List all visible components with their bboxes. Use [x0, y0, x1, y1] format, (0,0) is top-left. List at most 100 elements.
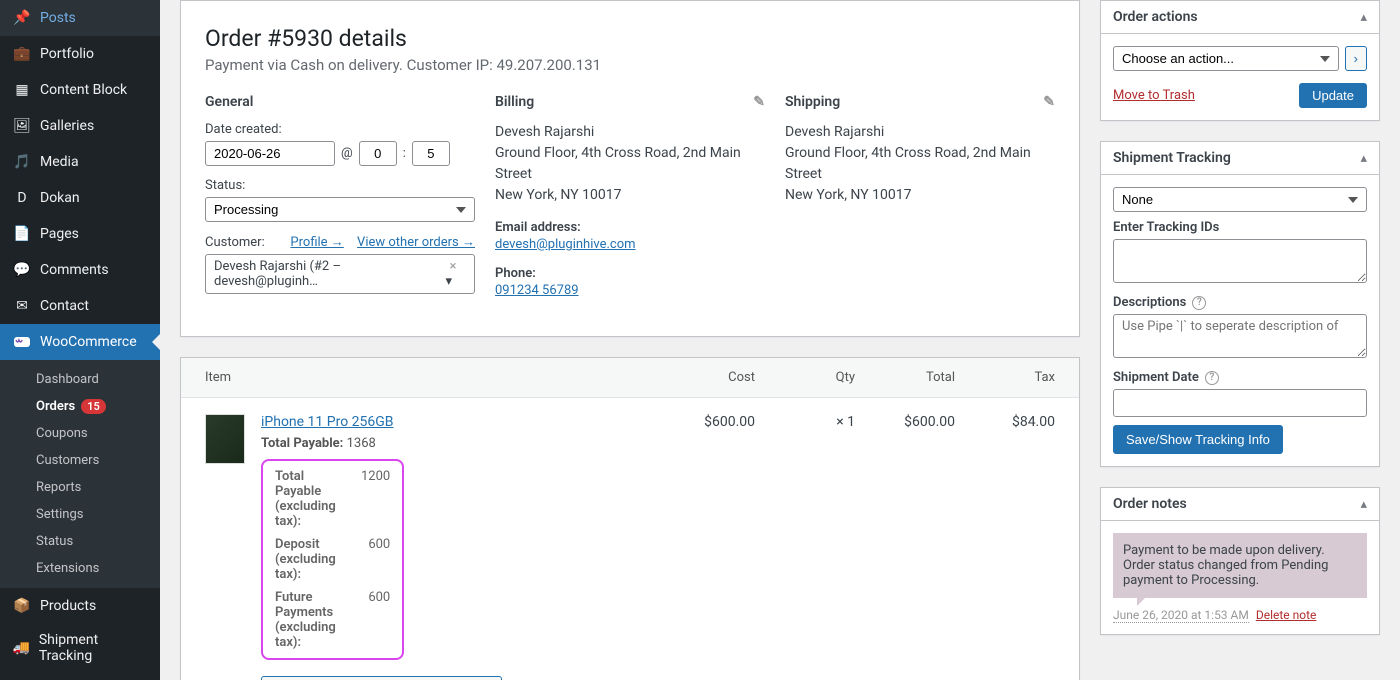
total-payable-value: 1368 — [347, 436, 376, 451]
move-to-trash-link[interactable]: Move to Trash — [1113, 88, 1195, 103]
dokan-icon: D — [12, 188, 32, 208]
sidebar-item-media[interactable]: 🎵 Media — [0, 144, 160, 180]
collapse-icon[interactable]: ▴ — [1360, 10, 1367, 25]
view-orders-link[interactable]: View other orders → — [357, 235, 475, 250]
woocommerce-submenu: DashboardOrders15CouponsCustomersReports… — [0, 360, 160, 588]
save-tracking-button[interactable]: Save/Show Tracking Info — [1113, 425, 1283, 454]
sidebar-item-portfolio[interactable]: 💼Portfolio — [0, 36, 160, 72]
order-action-select[interactable]: Choose an action... — [1113, 46, 1339, 71]
sidebar-item-label: Shipment Tracking — [39, 632, 148, 664]
submenu-item-extensions[interactable]: Extensions — [0, 555, 160, 582]
sidebar-item-dokan[interactable]: DDokan — [0, 180, 160, 216]
media-icon: 🎵 — [12, 152, 32, 172]
order-notes-box: Order notes ▴ Payment to be made upon del… — [1100, 487, 1380, 635]
page-title: Order #5930 details — [205, 25, 1055, 52]
billing-column: Billing ✎ Devesh Rajarshi Ground Floor, 4… — [495, 94, 765, 312]
status-label: Status: — [205, 178, 475, 193]
submenu-item-coupons[interactable]: Coupons — [0, 420, 160, 447]
payable-label: Total Payable (excluding tax): — [275, 469, 345, 529]
total-payable-label: Total Payable: — [261, 436, 343, 451]
col-total: Total — [855, 370, 955, 385]
page-icon: 📄 — [12, 224, 32, 244]
submenu-item-customers[interactable]: Customers — [0, 447, 160, 474]
email-link[interactable]: devesh@pluginhive.com — [495, 237, 636, 252]
general-column: General Date created: @ : Status: Proces… — [205, 94, 475, 312]
order-subtitle: Payment via Cash on delivery. Customer I… — [205, 56, 1055, 74]
edit-billing-icon[interactable]: ✎ — [753, 94, 765, 110]
shipping-column: Shipping ✎ Devesh Rajarshi Ground Floor, … — [785, 94, 1055, 312]
date-input[interactable] — [205, 141, 335, 166]
sidebar-item-galleries[interactable]: 🖼Galleries — [0, 108, 160, 144]
billing-address: Devesh Rajarshi Ground Floor, 4th Cross … — [495, 122, 765, 206]
shipment-tracking-box: Shipment Tracking▴ None Enter Tracking I… — [1100, 141, 1380, 467]
sidebar-item-label: Media — [40, 154, 79, 170]
customer-select[interactable]: Devesh Rajarshi (#2 – devesh@pluginh… × … — [205, 254, 475, 294]
payable-value: 600 — [368, 537, 390, 582]
order-items-box: Item Cost Qty Total Tax iPhone 11 Pro 25… — [180, 357, 1080, 680]
payable-value: 600 — [368, 590, 390, 650]
general-heading: General — [205, 94, 475, 110]
sidebar-item-shipment-tracking[interactable]: 🚚Shipment Tracking — [0, 624, 160, 672]
clear-customer-icon[interactable]: × — [450, 259, 457, 274]
sidebar-item-products[interactable]: 📦Products — [0, 588, 160, 624]
submenu-item-dashboard[interactable]: Dashboard — [0, 366, 160, 393]
minute-input[interactable] — [412, 141, 450, 166]
order-actions-box: Order actions ▴ Choose an action... › Mov… — [1100, 0, 1380, 121]
shipment-date-label: Shipment Date — [1113, 370, 1199, 385]
payable-breakdown-box: Total Payable (excluding tax): 1200 Deposi… — [261, 459, 404, 660]
submenu-item-settings[interactable]: Settings — [0, 501, 160, 528]
order-note: Payment to be made upon delivery. Order … — [1113, 533, 1367, 598]
sidebar-item-label: Products — [40, 598, 96, 614]
descriptions-textarea[interactable] — [1113, 314, 1367, 358]
apply-action-button[interactable]: › — [1345, 46, 1367, 71]
billing-heading: Billing — [495, 94, 534, 110]
edit-shipping-icon[interactable]: ✎ — [1043, 94, 1055, 110]
shipment-date-input[interactable] — [1113, 389, 1367, 417]
help-icon[interactable]: ? — [1205, 371, 1219, 385]
item-cost: $600.00 — [655, 414, 755, 680]
sidebar-item-label: WooCommerce — [40, 334, 137, 350]
sidebar-item-contact[interactable]: ✉Contact — [0, 288, 160, 324]
submenu-item-status[interactable]: Status — [0, 528, 160, 555]
email-label: Email address: — [495, 220, 765, 235]
hour-input[interactable] — [359, 141, 397, 166]
sidebar-item-pages[interactable]: 📄 Pages — [0, 216, 160, 252]
col-item: Item — [205, 370, 655, 385]
block-icon: ▦ — [12, 80, 32, 100]
collapse-icon[interactable]: ▴ — [1360, 151, 1367, 166]
submenu-item-reports[interactable]: Reports — [0, 474, 160, 501]
customer-value: Devesh Rajarshi (#2 – devesh@pluginh… — [214, 259, 446, 289]
product-name-link[interactable]: iPhone 11 Pro 256GB — [261, 414, 394, 430]
phone-link[interactable]: 091234 56789 — [495, 283, 579, 298]
chevron-down-icon: ▾ — [446, 274, 453, 289]
payable-label: Deposit (excluding tax): — [275, 537, 345, 582]
tracking-ids-label: Enter Tracking IDs — [1113, 220, 1219, 235]
generate-invoice-button[interactable]: Generate Remaining Balance Invoice — [261, 676, 502, 680]
sidebar-item-content-block[interactable]: ▦ Content Block — [0, 72, 160, 108]
admin-sidebar: 📌Posts💼Portfolio ▦ Content Block 🖼Galleries… — [0, 0, 160, 680]
payable-value: 1200 — [361, 469, 390, 529]
item-qty: × 1 — [755, 414, 855, 680]
order-actions-title: Order actions — [1113, 9, 1198, 25]
collapse-icon[interactable]: ▴ — [1360, 497, 1367, 512]
shipping-heading: Shipping — [785, 94, 840, 110]
shipping-address: Devesh Rajarshi Ground Floor, 4th Cross … — [785, 122, 1055, 206]
tracking-ids-textarea[interactable] — [1113, 239, 1367, 283]
profile-link[interactable]: Profile → — [290, 235, 343, 250]
sidebar-item-posts[interactable]: 📌Posts — [0, 0, 160, 36]
help-icon[interactable]: ? — [1192, 296, 1206, 310]
sidebar-item-woocommerce-deposits[interactable]: 💰Woocommerce Deposits — [0, 672, 160, 680]
delete-note-link[interactable]: Delete note — [1256, 608, 1317, 622]
sidebar-item-comments[interactable]: 💬Comments — [0, 252, 160, 288]
submenu-item-orders[interactable]: Orders15 — [0, 393, 160, 420]
order-notes-title: Order notes — [1113, 496, 1187, 512]
update-button[interactable]: Update — [1299, 83, 1367, 108]
tracking-provider-select[interactable]: None — [1113, 187, 1367, 212]
sidebar-item-label: Content Block — [40, 82, 127, 98]
payable-label: Future Payments (excluding tax): — [275, 590, 345, 650]
note-timestamp: June 26, 2020 at 1:53 AM — [1113, 608, 1249, 623]
sidebar-item-woocommerce[interactable]: WooCommerce — [0, 324, 160, 360]
status-select[interactable]: Processing — [205, 197, 475, 222]
sidebar-item-label: Portfolio — [40, 46, 94, 62]
sidebar-item-label: Pages — [40, 226, 79, 242]
